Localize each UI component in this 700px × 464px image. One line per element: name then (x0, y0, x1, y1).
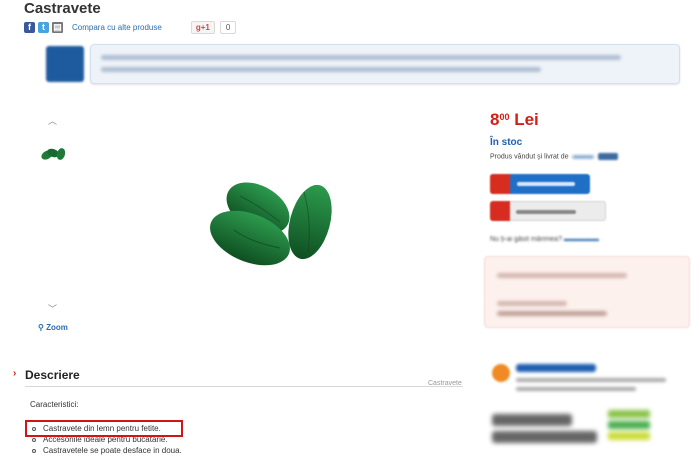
description-title: Descriere (25, 368, 80, 382)
share-bar: f t ▤ Compara cu alte produse g+1 0 (24, 19, 237, 35)
seller-info: Produs vândut și livrat de ▬▬▬ (490, 153, 618, 160)
product-main-image[interactable] (200, 172, 340, 272)
print-icon[interactable]: ▤ (52, 21, 63, 33)
wishlist-icon (490, 201, 510, 221)
promo-banner (44, 42, 680, 84)
facebook-icon[interactable]: f (24, 21, 35, 33)
list-item: Castravetele se poate desface in doua. (30, 445, 182, 456)
question-text: Nu ți-ai găsit mărimea? (490, 236, 562, 243)
bullet-icon (32, 437, 36, 442)
size-question: Nu ți-ai găsit mărimea? ▬▬▬▬▬ (490, 236, 599, 243)
feature-text: Castravetele se poate desface in doua. (43, 446, 182, 455)
section-marker-icon: › (13, 368, 17, 379)
delivery-info-box (484, 256, 690, 328)
arrow-down-icon: ﹀ (48, 304, 58, 314)
stock-status: În stoc (490, 137, 523, 148)
price-currency: Lei (514, 110, 539, 129)
product-thumbnail[interactable] (38, 142, 70, 166)
partner-side-brand[interactable] (516, 364, 596, 372)
description-divider (25, 386, 463, 387)
highlight-box (25, 420, 183, 437)
twitter-icon[interactable]: t (38, 21, 49, 33)
add-to-cart-button[interactable] (490, 174, 590, 194)
thumbnail-scroll-down[interactable]: ﹀ (48, 302, 57, 315)
bullet-icon (32, 448, 36, 453)
zoom-link[interactable]: ⚲ Zoom (38, 323, 68, 332)
price-cents: 00 (499, 112, 510, 122)
thumbnail-scroll-up[interactable]: ︿ (48, 114, 57, 127)
installment-promo[interactable] (492, 414, 602, 446)
partner-side-logo (492, 364, 510, 382)
cart-icon (490, 174, 510, 194)
add-to-wishlist-button[interactable] (490, 201, 606, 221)
arrow-up-icon: ︿ (48, 116, 58, 126)
google-plus-count: 0 (219, 20, 237, 34)
google-plus-label: +1 (200, 22, 210, 32)
characteristics-label: Caracteristici: (30, 400, 79, 409)
seller-prefix: Produs vândut și livrat de (490, 153, 569, 161)
seller-link[interactable]: ▬▬▬ (573, 153, 594, 160)
zoom-label: Zoom (46, 323, 68, 332)
promo-message-box (90, 44, 680, 84)
compare-link[interactable]: Compara cu alte produse (72, 23, 162, 32)
partner-logo (46, 46, 84, 82)
zoom-icon: ⚲ (38, 323, 47, 332)
seller-badge (597, 153, 618, 160)
size-link[interactable]: ▬▬▬▬▬ (564, 236, 599, 243)
product-title: Castravete (24, 0, 101, 17)
installment-badges (608, 410, 650, 440)
product-price: 800 Lei (490, 110, 539, 130)
google-plus-button[interactable]: g+1 (190, 20, 215, 34)
